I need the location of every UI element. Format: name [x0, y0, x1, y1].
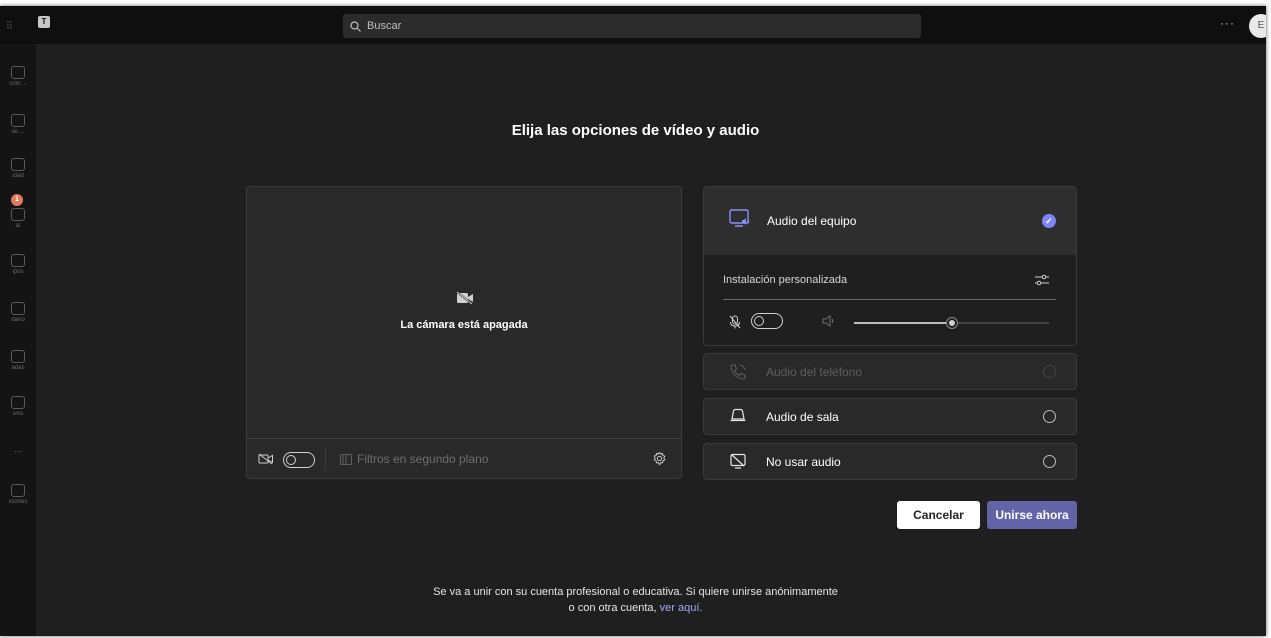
- phone-icon: [11, 350, 25, 363]
- background-filters-button[interactable]: Filtros en segundo plano: [357, 452, 488, 466]
- checkmark-icon: ✓: [1042, 214, 1056, 228]
- rail-item-label: at: [15, 223, 21, 229]
- rail-item-label: ipos: [12, 269, 24, 275]
- phone-audio-radio[interactable]: [1043, 365, 1056, 378]
- teams-logo-icon: T: [38, 16, 50, 28]
- join-now-button[interactable]: Unirse ahora: [987, 501, 1077, 529]
- calendar-icon: [11, 302, 25, 315]
- speaker-volume-slider[interactable]: [854, 317, 1049, 329]
- account-notice-line2: o con otra cuenta, ver aquí.: [0, 600, 1266, 616]
- computer-audio-settings: Instalación personalizada: [704, 255, 1076, 345]
- device-settings-icon[interactable]: [1034, 273, 1050, 287]
- camera-toggle[interactable]: [283, 452, 315, 468]
- rail-item-activity[interactable]: ción ...: [0, 66, 36, 87]
- background-filter-icon: [340, 454, 352, 465]
- computer-audio-header[interactable]: Audio del equipo ✓: [704, 187, 1076, 255]
- page-title: Elija las opciones de vídeo y audio: [511, 122, 760, 139]
- room-audio-option[interactable]: Audio de sala: [703, 398, 1077, 435]
- rail-item-apps[interactable]: iciones: [0, 484, 36, 505]
- no-audio-label: No usar audio: [766, 455, 841, 469]
- room-audio-radio[interactable]: [1043, 410, 1056, 423]
- rail-item-calendar[interactable]: dario: [0, 302, 36, 323]
- search-icon: [350, 20, 361, 32]
- phone-audio-option[interactable]: Audio del teléfono: [703, 353, 1077, 390]
- see-here-link[interactable]: ver aquí.: [660, 602, 703, 614]
- camera-icon: [258, 453, 273, 465]
- volume-fill: [854, 322, 952, 324]
- rail-item-label: ción ...: [9, 81, 27, 87]
- more-options-icon[interactable]: ···: [1220, 16, 1235, 30]
- search-input[interactable]: Buscar: [343, 14, 921, 38]
- account-notice: Se va a unir con su cuenta profesional o…: [0, 584, 1266, 616]
- computer-audio-icon: [729, 209, 750, 227]
- rail-item-chat[interactable]: at: [0, 208, 36, 229]
- toggle-knob: [286, 455, 296, 465]
- volume-thumb[interactable]: [945, 317, 958, 329]
- file-icon: [11, 396, 25, 409]
- title-bar: ⁝⁝ T Buscar ··· E: [0, 6, 1266, 44]
- computer-audio-option[interactable]: Audio del equipo ✓ Instalación personali…: [703, 186, 1077, 346]
- rail-item-more[interactable]: ···: [0, 446, 36, 456]
- video-preview-panel: La cámara está apagada Filtros en segund…: [246, 186, 682, 479]
- phone-audio-label: Audio del teléfono: [766, 365, 863, 379]
- room-audio-label: Audio de sala: [766, 410, 839, 424]
- room-device-icon: [730, 408, 746, 422]
- apps-icon: [11, 484, 25, 497]
- rail-item-files[interactable]: ivos: [0, 396, 36, 417]
- teams-window: ⁝⁝ T Buscar ··· E ción ... se ... idad a…: [0, 6, 1266, 636]
- rail-item-label: adas: [11, 365, 25, 371]
- toggle-knob: [754, 316, 764, 326]
- rail-item-label: ivos: [12, 411, 24, 417]
- rail-item-label: idad: [12, 173, 24, 179]
- rail-icon: [11, 158, 25, 171]
- computer-audio-label: Audio del equipo: [767, 214, 857, 228]
- rail-item-teams[interactable]: ipos: [0, 254, 36, 275]
- settings-divider: [723, 299, 1056, 300]
- microphone-toggle[interactable]: [751, 313, 783, 329]
- rail-item-label: ···: [13, 446, 23, 456]
- notification-badge: 1: [11, 194, 23, 206]
- gear-icon[interactable]: [652, 451, 667, 466]
- camera-off-icon: [456, 291, 473, 305]
- account-notice-prefix: o con otra cuenta,: [568, 602, 660, 614]
- search-placeholder: Buscar: [367, 20, 402, 32]
- rail-item-label: iciones: [8, 499, 28, 505]
- speaker-icon: [822, 315, 834, 327]
- account-notice-line1: Se va a unir con su cuenta profesional o…: [433, 586, 838, 598]
- cancel-button[interactable]: Cancelar: [897, 501, 980, 529]
- chat-icon: [11, 208, 25, 221]
- no-audio-radio[interactable]: [1043, 455, 1056, 468]
- rail-item-calls[interactable]: adas: [0, 350, 36, 371]
- custom-setup-label[interactable]: Instalación personalizada: [723, 274, 847, 286]
- rail-item-3[interactable]: idad: [0, 158, 36, 179]
- teams-icon: [11, 254, 25, 267]
- toolbar-divider: [325, 448, 326, 470]
- avatar[interactable]: E: [1249, 14, 1266, 38]
- bell-icon: [11, 66, 25, 79]
- no-audio-icon: [730, 453, 746, 469]
- camera-off-text: La cámara está apagada: [400, 319, 528, 331]
- mic-off-icon: [729, 315, 741, 329]
- rail-item-label: dario: [11, 317, 25, 323]
- app-grid-icon[interactable]: ⁝⁝: [6, 18, 13, 32]
- no-audio-option[interactable]: No usar audio: [703, 443, 1077, 480]
- phone-icon: [730, 364, 746, 380]
- video-toolbar: Filtros en segundo plano: [247, 438, 681, 479]
